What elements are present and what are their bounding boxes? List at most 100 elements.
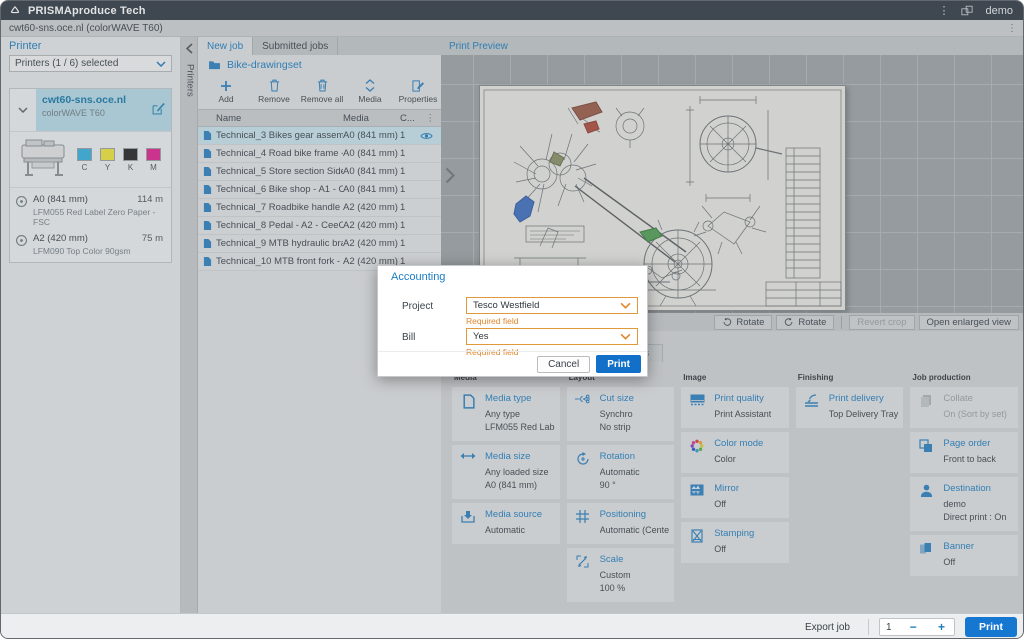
document-icon	[198, 166, 216, 177]
roll-remaining: 114 m	[137, 194, 163, 205]
collapse-panel-icon[interactable]	[181, 37, 197, 54]
project-select[interactable]: Tesco Westfield	[466, 297, 638, 314]
strip-label[interactable]: Printers	[185, 64, 196, 97]
table-row[interactable]: Technical_8 Pedal - A2 - CeeCe... A2 (42…	[198, 217, 441, 235]
tab-new-job[interactable]: New job	[198, 37, 253, 55]
settings-group-job-production: Job production CollateOn (Sort by set) P…	[910, 373, 1018, 606]
copies-value[interactable]: 1	[886, 622, 892, 633]
ink-yellow-label: Y	[105, 163, 110, 172]
printer-card[interactable]: cwt60-sns.oce.nl colorWAVE T60	[9, 88, 172, 263]
context-menu-icon[interactable]: ⋮	[1007, 23, 1017, 34]
tile-line: Off	[714, 543, 754, 556]
page-order-tile[interactable]: Page orderFront to back	[910, 432, 1018, 473]
chevron-down-icon	[620, 333, 631, 340]
roll-media: LFM055 Red Label Zero Paper - FSC	[33, 207, 163, 227]
open-enlarged-view-button[interactable]: Open enlarged view	[919, 315, 1020, 330]
next-page-icon[interactable]	[445, 167, 456, 189]
collapse-printer-icon[interactable]	[10, 89, 36, 131]
column-copies[interactable]: C...	[400, 113, 414, 124]
table-row[interactable]: Technical_4 Road bike frame - ... A0 (84…	[198, 145, 441, 163]
remove-all-button[interactable]: Remove all	[300, 74, 344, 109]
tile-title: Page order	[943, 438, 996, 449]
tile-line: demo	[943, 498, 1006, 511]
destination-tile[interactable]: DestinationdemoDirect print : On	[910, 477, 1018, 531]
table-row[interactable]: Technical_9 MTB hydraulic bra... A2 (420…	[198, 235, 441, 253]
table-row[interactable]: Technical_5 Store section Side ... A0 (8…	[198, 163, 441, 181]
preview-eye-icon[interactable]	[414, 132, 438, 140]
properties-button[interactable]: Properties	[396, 74, 440, 109]
mirror-tile[interactable]: MirrorOff	[681, 477, 789, 518]
media-button[interactable]: Media	[348, 74, 392, 109]
dialog-footer: Cancel Print	[378, 351, 647, 376]
dialog-print-button[interactable]: Print	[596, 355, 641, 373]
rotate-left-button[interactable]: Rotate	[714, 315, 772, 330]
color-mode-tile[interactable]: Color modeColor	[681, 432, 789, 473]
tile-line: Top Delivery Tray (TDT)	[829, 408, 899, 421]
mirror-icon	[687, 483, 707, 511]
job-media: A2 (420 mm)	[343, 220, 400, 231]
table-row[interactable]: Technical_3 Bikes gear assemb... A0 (841…	[198, 127, 441, 145]
job-copies: 1	[400, 220, 414, 231]
job-media: A0 (841 mm)	[343, 166, 400, 177]
rotate-right-button[interactable]: Rotate	[776, 315, 834, 330]
add-button[interactable]: Add	[204, 74, 248, 109]
roll-size: A0 (841 mm)	[33, 194, 88, 205]
cancel-button[interactable]: Cancel	[537, 356, 590, 373]
rotate-right-label: Rotate	[798, 317, 826, 328]
roll-icon	[15, 195, 28, 227]
printer-panel-title: Printer	[9, 40, 41, 52]
print-quality-tile[interactable]: Print qualityPrint Assistant	[681, 387, 789, 428]
table-options-icon[interactable]: ⋮	[426, 113, 442, 124]
media-source-tile[interactable]: Media sourceAutomatic	[452, 503, 560, 544]
revert-crop-label: Revert crop	[857, 317, 906, 328]
tile-title: Rotation	[600, 451, 640, 462]
media-type-tile[interactable]: Media typeAny typeLFM055 Red Label Z...	[452, 387, 560, 441]
user-icon	[916, 483, 936, 524]
table-row[interactable]: Technical_7 Roadbike handle a... A2 (420…	[198, 199, 441, 217]
collate-tile[interactable]: CollateOn (Sort by set)	[910, 387, 1018, 428]
printer-context: cwt60-sns.oce.nl (colorWAVE T60)	[9, 23, 163, 34]
bill-select[interactable]: Yes	[466, 328, 638, 345]
scale-tile[interactable]: ScaleCustom100 %	[567, 548, 675, 602]
remove-button[interactable]: Remove	[252, 74, 296, 109]
remove-label: Remove	[258, 94, 290, 104]
tab-submitted-jobs[interactable]: Submitted jobs	[253, 37, 338, 55]
export-job-button[interactable]: Export job	[797, 619, 858, 636]
stamping-tile[interactable]: StampingOff	[681, 522, 789, 563]
scale-icon	[573, 554, 593, 595]
properties-icon	[412, 79, 424, 92]
column-media[interactable]: Media	[343, 113, 400, 124]
cut-size-tile[interactable]: Cut sizeSynchroNo strip	[567, 387, 675, 441]
bill-value: Yes	[473, 331, 489, 342]
print-button[interactable]: Print	[965, 617, 1017, 637]
job-media: A2 (420 mm)	[343, 238, 400, 249]
tile-line: Off	[714, 498, 739, 511]
column-name[interactable]: Name	[216, 113, 343, 124]
workspace-switcher-icon[interactable]	[961, 5, 973, 16]
copies-increment-button[interactable]: +	[935, 620, 948, 634]
tile-line: Automatic (Center),N...	[600, 524, 670, 537]
titlebar-menu-icon[interactable]: ⋮	[938, 4, 949, 17]
printer-name: cwt60-sns.oce.nl	[42, 94, 165, 106]
media-size-tile[interactable]: Media sizeAny loaded sizeA0 (841 mm)	[452, 445, 560, 499]
copies-decrement-button[interactable]: −	[907, 620, 920, 634]
edit-printer-icon[interactable]	[152, 102, 165, 115]
ink-black-label: K	[128, 163, 133, 172]
rotation-tile[interactable]: RotationAutomatic90 °	[567, 445, 675, 499]
job-name: Technical_8 Pedal - A2 - CeeCe...	[216, 220, 343, 231]
revert-crop-button[interactable]: Revert crop	[849, 315, 914, 330]
table-row[interactable]: Technical_6 Bike shop - A1 - C... A0 (84…	[198, 181, 441, 199]
media-roll-a2: A2 (420 mm)75 m LFM090 Top Color 90gsm	[10, 230, 171, 259]
media-type-icon	[458, 393, 478, 434]
printer-selector-value: Printers (1 / 6) selected	[15, 58, 118, 69]
user-name[interactable]: demo	[985, 5, 1013, 17]
settings-group-media: Media Media typeAny typeLFM055 Red Label…	[452, 373, 560, 606]
group-title: Image	[683, 373, 789, 382]
print-delivery-tile[interactable]: Print deliveryTop Delivery Tray (TDT)	[796, 387, 904, 428]
banner-tile[interactable]: BannerOff	[910, 535, 1018, 576]
positioning-tile[interactable]: PositioningAutomatic (Center),N...	[567, 503, 675, 544]
tile-title: Print quality	[714, 393, 771, 404]
divider	[868, 619, 869, 635]
tile-line: On (Sort by set)	[943, 408, 1007, 421]
printer-selector[interactable]: Printers (1 / 6) selected	[9, 55, 172, 72]
